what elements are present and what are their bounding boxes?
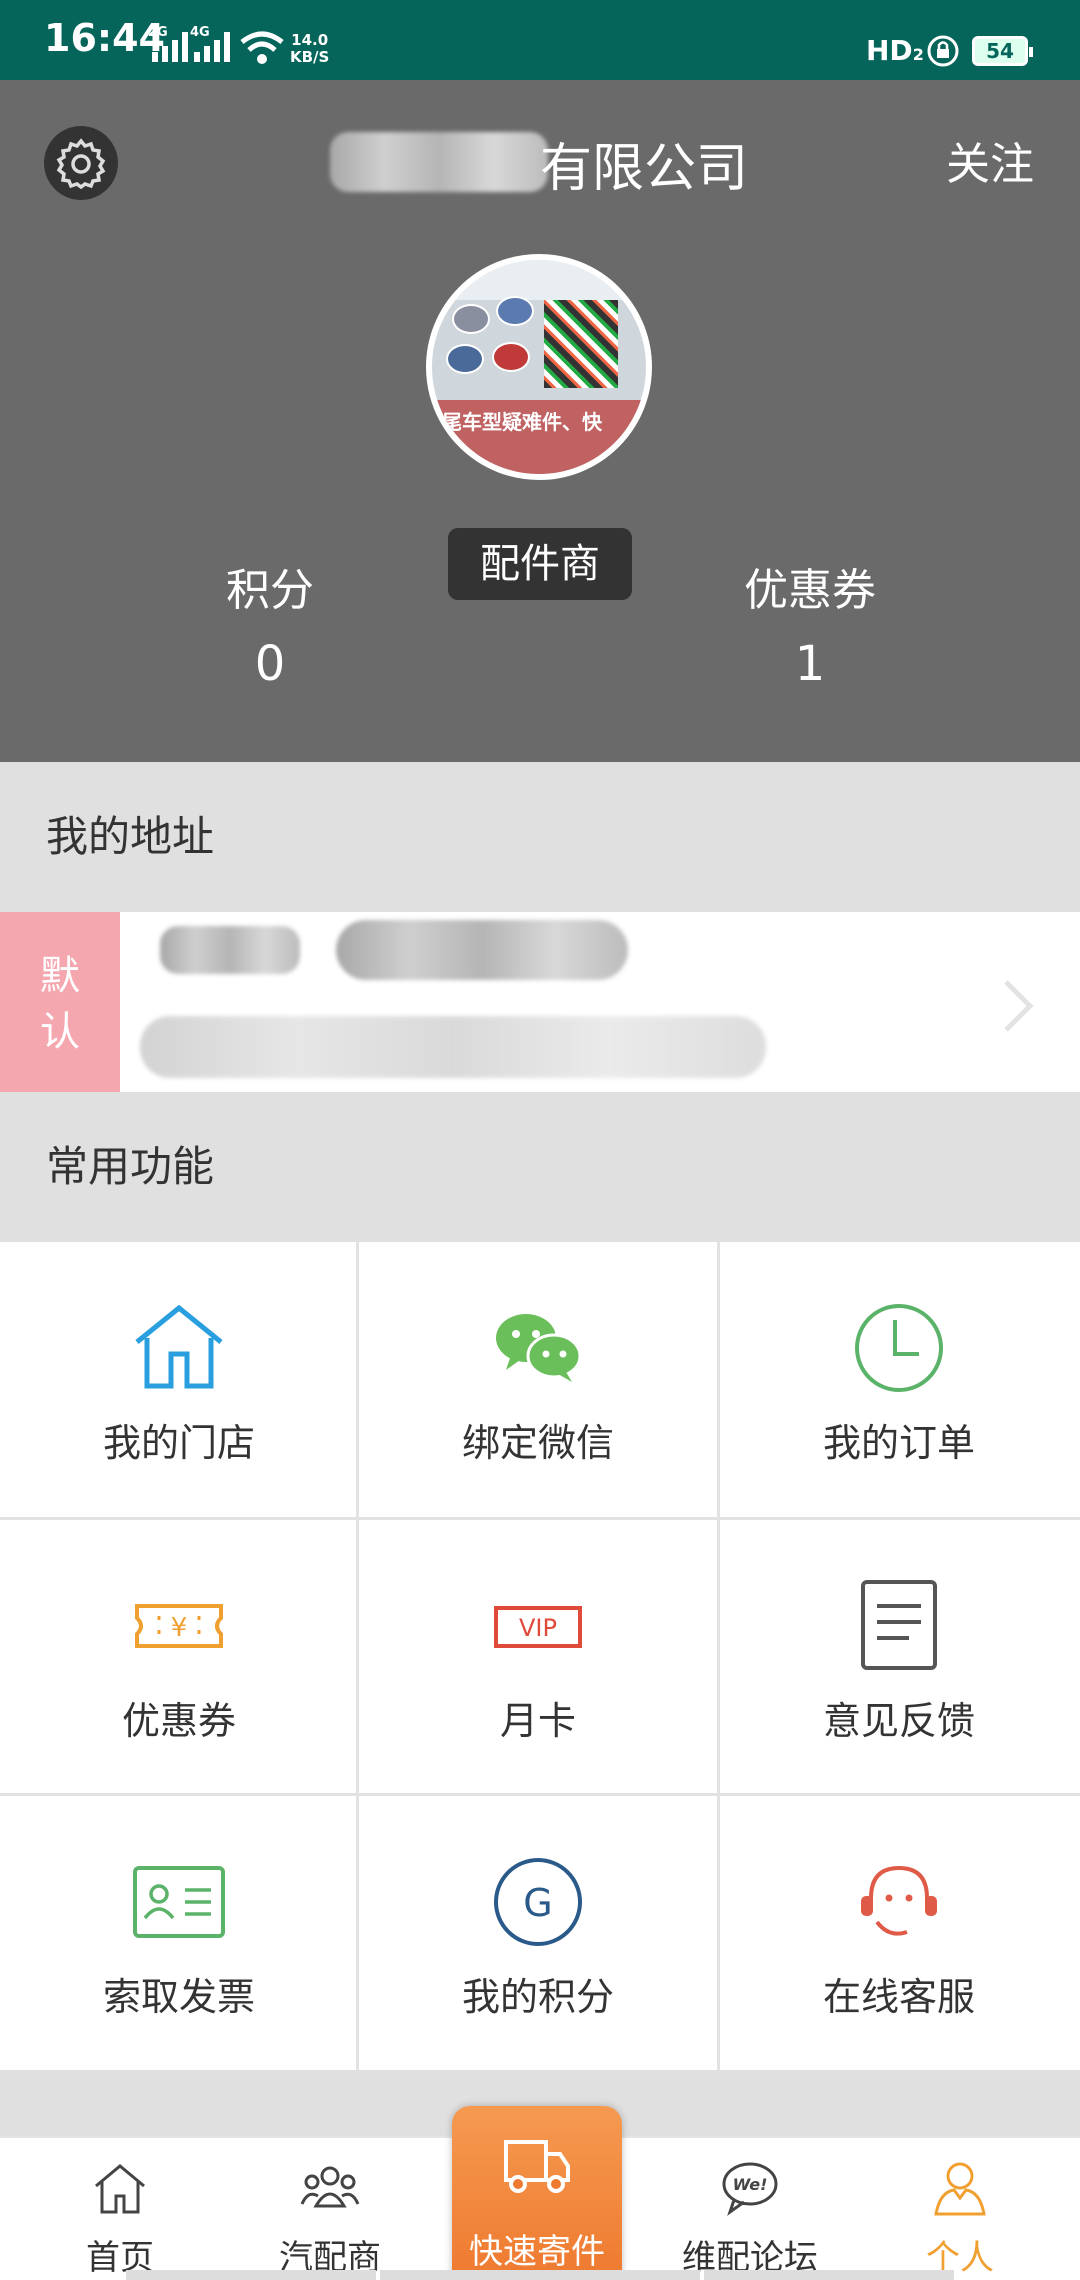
brand-logo-icon xyxy=(496,296,534,326)
feedback-label: 意见反馈 xyxy=(822,1699,975,1743)
points-label: 积分 xyxy=(226,565,314,616)
svg-text:¥: ¥ xyxy=(171,1613,188,1643)
default-tag-line-2: 认 xyxy=(40,1009,80,1055)
net-speed: 14.0 KB/S xyxy=(290,32,329,66)
request-invoice-button[interactable]: 索取发票 xyxy=(0,1796,358,2070)
bind-wechat-button[interactable]: 绑定微信 xyxy=(359,1242,717,1516)
hd-sub-label: 2 xyxy=(912,45,924,64)
address-row[interactable]: 默 认 xyxy=(0,912,1080,1092)
svg-text:G: G xyxy=(523,1881,552,1925)
status-time: 16:44 xyxy=(44,16,165,60)
coupons-button[interactable]: ¥ 优惠券 xyxy=(0,1520,358,1794)
invoice-icon xyxy=(133,1866,225,1938)
functions-grid: 我的门店 绑定微信 我的订单 ¥ 优惠券 VIP 月卡 意见反馈 索取发票 G … xyxy=(0,1242,1080,2070)
company-name-redacted xyxy=(330,132,548,192)
clock-icon xyxy=(855,1304,943,1392)
default-tag-line-1: 默 xyxy=(40,953,80,999)
contact-phone-redacted xyxy=(336,920,628,980)
online-service-button[interactable]: 在线客服 xyxy=(720,1796,1078,2070)
follow-button[interactable]: 关注 xyxy=(946,128,1034,192)
address-section-title: 我的地址 xyxy=(0,762,1080,912)
functions-section-title: 常用功能 xyxy=(0,1092,1080,1242)
person-icon xyxy=(934,2162,986,2216)
company-title: 有限公司 xyxy=(540,139,749,199)
coupons-label: 优惠券 xyxy=(744,565,876,616)
brand-logo-icon xyxy=(492,342,530,372)
signal-4g-label: 4G xyxy=(190,25,210,40)
my-store-label: 我的门店 xyxy=(102,1421,255,1465)
monthly-card-button[interactable]: VIP 月卡 xyxy=(359,1520,717,1794)
net-speed-unit: KB/S xyxy=(290,48,330,66)
coupons-value: 1 xyxy=(794,636,826,692)
vip-icon: VIP xyxy=(494,1606,582,1648)
my-store-button[interactable]: 我的门店 xyxy=(0,1242,358,1516)
tab-dealers[interactable]: 汽配商 xyxy=(240,2138,420,2280)
coupons-stat[interactable]: 优惠券 1 xyxy=(660,554,960,692)
contact-name-redacted xyxy=(160,926,300,974)
svg-text:We!: We! xyxy=(733,2175,768,2194)
hd-indicator: HD2 xyxy=(866,34,924,67)
my-orders-label: 我的订单 xyxy=(822,1421,975,1465)
hd-label: HD xyxy=(866,34,913,67)
chevron-right-icon xyxy=(1004,980,1034,1032)
my-points-label: 我的积分 xyxy=(461,1975,614,2019)
my-orders-button[interactable]: 我的订单 xyxy=(720,1242,1078,1516)
signal-2g-label: 2G xyxy=(148,25,168,40)
default-address-tag: 默 认 xyxy=(0,912,120,1092)
home-icon xyxy=(95,2164,145,2214)
address-text-redacted xyxy=(140,1016,766,1078)
monthly-card-label: 月卡 xyxy=(499,1699,576,1743)
online-service-label: 在线客服 xyxy=(822,1975,975,2019)
battery-icon: 54 xyxy=(972,36,1033,66)
coupon-icon: ¥ xyxy=(135,1604,223,1648)
points-value: 0 xyxy=(254,636,286,692)
my-points-button[interactable]: G 我的积分 xyxy=(359,1796,717,2070)
profile-header: 有限公司 关注 尾车型疑难件、快 配件商 积分 0 优惠券 1 xyxy=(0,80,1080,762)
points-stat[interactable]: 积分 0 xyxy=(120,554,420,692)
bind-wechat-label: 绑定微信 xyxy=(461,1421,614,1465)
customer-service-icon xyxy=(861,1865,937,1936)
tab-express-label: 快速寄件 xyxy=(469,2232,605,2272)
forum-icon: We! xyxy=(722,2162,778,2216)
settings-button[interactable] xyxy=(44,126,118,200)
request-invoice-label: 索取发票 xyxy=(102,1975,255,2019)
lock-rotation-icon xyxy=(927,35,959,67)
avatar[interactable]: 尾车型疑难件、快 xyxy=(426,254,652,480)
gear-icon xyxy=(56,138,106,189)
feedback-button[interactable]: 意见反馈 xyxy=(720,1520,1078,1794)
wifi-icon xyxy=(240,31,284,64)
role-badge: 配件商 xyxy=(448,528,632,600)
tab-express-send[interactable]: 快速寄件 xyxy=(452,2106,622,2280)
tab-forum[interactable]: We! 维配论坛 xyxy=(660,2138,840,2280)
brand-logo-icon xyxy=(452,304,490,334)
svg-text:VIP: VIP xyxy=(519,1614,557,1642)
qr-code-icon xyxy=(544,300,618,388)
feedback-icon xyxy=(861,1580,937,1670)
tab-home[interactable]: 首页 xyxy=(30,2138,210,2280)
brand-logo-icon xyxy=(446,344,484,374)
points-icon: G xyxy=(494,1858,582,1946)
status-bar: 16:44 2G 4G 14.0 KB/S HD2 54 xyxy=(0,0,1080,80)
users-icon xyxy=(300,2166,360,2208)
store-icon xyxy=(135,1304,223,1389)
coupons-label-cell: 优惠券 xyxy=(121,1699,236,1743)
app-screen: 16:44 2G 4G 14.0 KB/S HD2 54 有限公司 关注 尾车型… xyxy=(0,0,1080,2280)
truck-icon xyxy=(504,2140,570,2193)
avatar-caption: 尾车型疑难件、快 xyxy=(442,410,602,434)
net-speed-value: 14.0 xyxy=(291,31,329,49)
tab-profile[interactable]: 个人 xyxy=(870,2138,1050,2280)
wechat-icon xyxy=(496,1314,582,1382)
